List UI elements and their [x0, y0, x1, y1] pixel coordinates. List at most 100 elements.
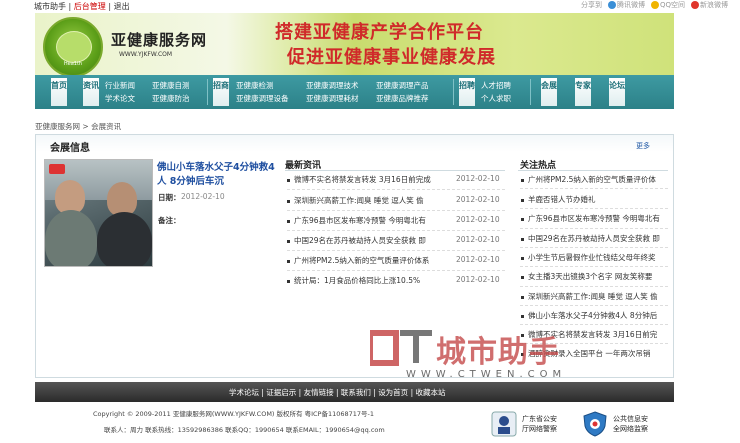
nav-link-equipment[interactable]: 亚健康调理设备: [236, 93, 289, 104]
featured-date-label: 日期：: [158, 193, 181, 202]
panel-header-bg: [36, 135, 673, 152]
footer-links: 学术论坛 | 证据启示 | 友情链接 | 联系我们 | 设为首页 | 收藏本站: [229, 388, 446, 397]
share-tencent-weibo[interactable]: 腾讯微博: [607, 0, 645, 10]
police-icon: [491, 411, 517, 437]
footer-link-forum[interactable]: 学术论坛: [229, 388, 259, 397]
share-label: 分享到: [580, 1, 602, 9]
share-sina-weibo[interactable]: 新浪微博: [691, 0, 728, 10]
leaf-icon: [56, 31, 92, 63]
hot-topic-item[interactable]: 深圳新兴高薪工作:闻臭 睡觉 逗人笑 偷: [528, 291, 668, 302]
breadcrumb-home[interactable]: 亚健康服务网: [35, 122, 80, 131]
row-divider: [520, 208, 668, 209]
heading-underline: [285, 170, 505, 171]
nav-link-industry-news[interactable]: 行业新闻: [105, 80, 135, 91]
latest-news-date: 2012-02-10: [456, 255, 500, 264]
nav-link-detection[interactable]: 亚健康检测: [236, 80, 274, 91]
logout-link[interactable]: 退出: [114, 2, 130, 11]
latest-news-item[interactable]: 微博不实名将禁发言转发 3月16日前完成: [294, 174, 444, 185]
latest-news-item[interactable]: 广东96县市区发布寒冷预警 今明粤北有: [294, 215, 444, 226]
row-divider: [520, 286, 668, 287]
separator: |: [108, 2, 112, 11]
latest-news-item[interactable]: 统计局：1月食品价格同比上涨10.5%: [294, 275, 444, 286]
latest-news-item[interactable]: 广州将PM2.5纳入新的空气质量评价体系: [294, 255, 444, 266]
hot-topic-item[interactable]: 中国29名在苏丹被劫持人员安全获救 即: [528, 233, 668, 244]
bullet-icon: [287, 260, 290, 263]
row-divider: [287, 270, 505, 271]
bullet-icon: [521, 199, 524, 202]
featured-photo[interactable]: [44, 159, 153, 267]
nav-divider: [207, 79, 208, 105]
latest-news-date: 2012-02-10: [456, 174, 500, 183]
hot-topic-item[interactable]: 广州将PM2.5纳入新的空气质量评价体: [528, 174, 668, 185]
more-link[interactable]: 更多: [636, 141, 650, 151]
bullet-icon: [521, 315, 524, 318]
latest-news-item[interactable]: 深圳新兴高薪工作:闻臭 睡觉 逗人笑 偷: [294, 195, 444, 206]
footer-link-contact[interactable]: 联系我们: [341, 388, 371, 397]
nav-link-prevention[interactable]: 亚健康防治: [152, 93, 190, 104]
nav-link-products[interactable]: 亚健康调理产品: [376, 80, 429, 91]
slogan-line-2: 促进亚健康事业健康发展: [287, 47, 496, 68]
footer-link-friends[interactable]: 友情链接: [304, 388, 334, 397]
hot-topic-item[interactable]: 佛山小车落水父子4分钟救4人 8分钟后: [528, 310, 668, 321]
heading-underline: [518, 170, 668, 171]
latest-news-date: 2012-02-10: [456, 275, 500, 284]
nav-link-self-test[interactable]: 亚健康自测: [152, 80, 190, 91]
admin-link[interactable]: 后台管理: [74, 2, 106, 11]
nav-info[interactable]: 资讯: [83, 78, 99, 106]
row-divider: [520, 266, 668, 267]
breadcrumb: 亚健康服务网 > 会展资讯: [35, 121, 121, 132]
latest-news-item[interactable]: 中国29名在苏丹被劫持人员安全获救 即: [294, 235, 444, 246]
bullet-icon: [287, 200, 290, 203]
nav-expo[interactable]: 会展: [541, 78, 557, 106]
share-bar: 分享到 腾讯微博 QQ空间 新浪微博: [581, 0, 728, 10]
person-body: [97, 212, 152, 266]
main-nav: 首页 资讯 行业新闻 亚健康自测 学术论文 亚健康防治 招商 亚健康检测 亚健康…: [35, 75, 674, 109]
city-helper-link[interactable]: 城市助手: [34, 2, 66, 11]
nav-link-jobseek[interactable]: 个人求职: [481, 93, 511, 104]
featured-title[interactable]: 佛山小车落水父子4分钟救4人 8分钟后车沉: [157, 161, 279, 189]
logo-text: Hea1th: [63, 61, 83, 67]
footer-link-evidence[interactable]: 证据启示: [266, 388, 296, 397]
nav-link-recruit[interactable]: 人才招聘: [481, 80, 511, 91]
nav-home[interactable]: 首页: [51, 78, 67, 106]
bullet-icon: [521, 257, 524, 260]
featured-date: 2012-02-10: [181, 192, 225, 201]
nav-forum[interactable]: 论坛: [609, 78, 625, 106]
row-divider: [287, 210, 505, 211]
section-title: 会展信息: [50, 143, 90, 154]
person-body: [45, 210, 97, 266]
breadcrumb-current[interactable]: 会展资讯: [91, 122, 121, 131]
person-face: [55, 180, 85, 214]
hot-topic-item[interactable]: 女主播3天出镜换3个名字 网友笑称要: [528, 271, 668, 282]
row-divider: [520, 247, 668, 248]
nav-invest[interactable]: 招商: [213, 78, 229, 106]
bullet-icon: [521, 218, 524, 221]
footer-link-bookmark[interactable]: 收藏本站: [415, 388, 445, 397]
top-bar: 城市助手 | 后台管理 | 退出 分享到 腾讯微博 QQ空间 新浪微博: [0, 0, 740, 13]
person-face: [107, 182, 137, 216]
nav-link-consumables[interactable]: 亚健康调理耗材: [306, 93, 359, 104]
hot-topic-item[interactable]: 小学生节后暑假作业忙钱结父母年终奖: [528, 252, 668, 263]
featured-note-label: 备注：: [158, 216, 181, 225]
separator: |: [68, 2, 72, 11]
share-qzone[interactable]: QQ空间: [650, 0, 685, 10]
copyright: Copyright © 2009-2011 亚健康服务网(WWW.YJKFW.C…: [93, 410, 375, 418]
footer-link-homepage[interactable]: 设为首页: [378, 388, 408, 397]
nav-jobs[interactable]: 招聘: [459, 78, 475, 106]
row-divider: [287, 189, 505, 190]
bullet-icon: [287, 240, 290, 243]
security-badge[interactable]: 公共信息安 全网络监察: [581, 408, 661, 440]
police-badge[interactable]: 广东省公安 厅网络警察: [490, 408, 570, 440]
nav-link-papers[interactable]: 学术论文: [105, 93, 135, 104]
hot-topic-item[interactable]: 广东96县市区发布寒冷预警 今明粤北有: [528, 213, 668, 224]
contact-info: 联系人：周力 联系热线：13592986386 联系QQ：1990654 联系E…: [104, 426, 385, 434]
hot-topic-item[interactable]: 羊鹿否错人节办婚礼: [528, 194, 668, 205]
nav-link-brands[interactable]: 亚健康品牌推荐: [376, 93, 429, 104]
nav-link-tech[interactable]: 亚健康调理技术: [306, 80, 359, 91]
nav-divider: [530, 79, 531, 105]
bullet-icon: [521, 238, 524, 241]
bullet-icon: [521, 276, 524, 279]
site-logo[interactable]: Hea1th: [43, 17, 103, 75]
nav-expert[interactable]: 专家: [575, 78, 591, 106]
site-name: 亚健康服务网: [111, 33, 208, 49]
